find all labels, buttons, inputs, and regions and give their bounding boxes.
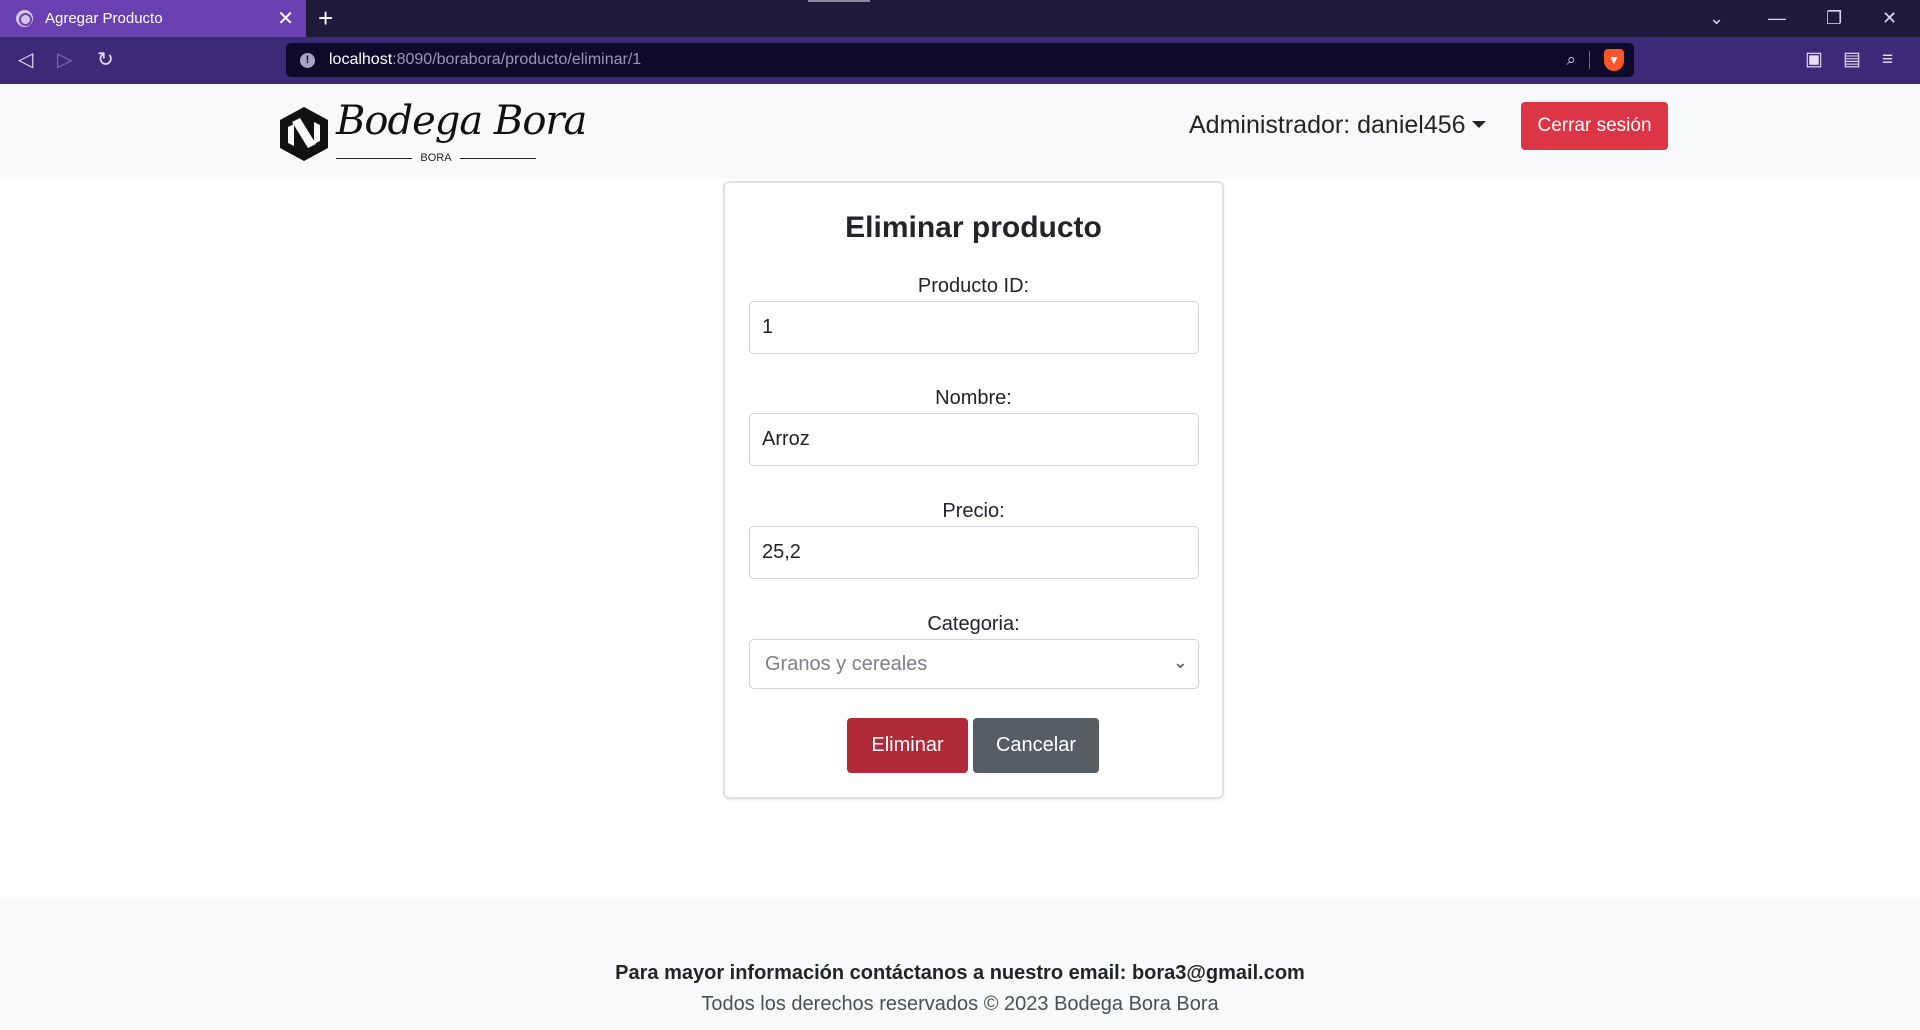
category-selected-value: Granos y cereales [765, 652, 928, 675]
tab-close-button[interactable]: ✕ [277, 9, 294, 29]
url-host: localhost [329, 51, 393, 68]
delete-button[interactable]: Eliminar [847, 718, 968, 773]
browser-tab-strip: Agregar Producto ✕ + ⌄ — ❐ ✕ [0, 0, 1920, 37]
tab-title: Agregar Producto [45, 10, 163, 27]
product-id-label: Producto ID: [917, 275, 1030, 297]
minimize-icon[interactable]: — [1768, 6, 1786, 30]
name-input[interactable] [749, 413, 1199, 466]
product-id-input[interactable] [749, 301, 1199, 354]
caret-down-icon [1471, 120, 1486, 128]
cancel-button[interactable]: Cancelar [973, 718, 1099, 773]
brave-shields-icon[interactable]: ▼ [1604, 49, 1624, 71]
name-label: Nombre: [935, 387, 1012, 409]
admin-dropdown[interactable]: Administrador: daniel456 [1189, 111, 1486, 140]
category-select[interactable]: Granos y cereales ⌄ [749, 639, 1199, 689]
back-icon[interactable]: ◁ [18, 46, 33, 74]
delete-product-card: Eliminar producto Producto ID: Nombre: P… [723, 181, 1224, 799]
close-window-icon[interactable]: ✕ [1882, 6, 1897, 30]
admin-label: Administrador: daniel456 [1189, 111, 1466, 139]
tab-search-icon[interactable]: ⌄ [1709, 6, 1724, 30]
restore-icon[interactable]: ❐ [1826, 6, 1842, 30]
url-path: :8090/borabora/producto/eliminar/1 [392, 51, 642, 68]
footer-contact: Para mayor información contáctanos a nue… [615, 962, 1305, 984]
site-info-icon[interactable]: ! [300, 52, 315, 68]
new-tab-button[interactable]: + [318, 4, 333, 32]
reload-icon[interactable]: ↻ [97, 46, 114, 74]
forward-icon[interactable]: ▷ [57, 46, 72, 74]
address-bar[interactable]: ! localhost:8090/borabora/producto/elimi… [286, 43, 1634, 77]
zoom-icon[interactable]: ⌕ [1566, 50, 1576, 70]
brand-tagline: BORA [336, 152, 536, 164]
logout-button[interactable]: Cerrar sesión [1521, 102, 1668, 150]
site-footer: Para mayor información contáctanos a nue… [0, 897, 1920, 1030]
browser-tab-active[interactable]: Agregar Producto ✕ [0, 0, 306, 37]
url-text: localhost:8090/borabora/producto/elimina… [329, 51, 641, 69]
price-input[interactable] [749, 526, 1199, 579]
menu-icon[interactable]: ≡ [1882, 46, 1893, 74]
globe-icon [16, 10, 33, 27]
sidebar-toggle-icon[interactable]: ▣ [1805, 46, 1823, 74]
logo-mark-icon [280, 107, 328, 161]
form-title: Eliminar producto [845, 211, 1102, 244]
wallet-icon[interactable]: ▤ [1843, 46, 1861, 74]
price-label: Precio: [942, 500, 1005, 522]
browser-toolbar: ◁ ▷ ↻ ! localhost:8090/borabora/producto… [0, 37, 1920, 84]
site-header: Bodega Bora BORA Administrador: daniel45… [0, 84, 1920, 179]
category-label: Categoria: [927, 613, 1020, 635]
brand-name: Bodega Bora [336, 98, 587, 144]
footer-copyright: Todos los derechos reservados © 2023 Bod… [701, 993, 1219, 1015]
brand-logo[interactable]: Bodega Bora BORA [278, 98, 587, 168]
address-separator [1589, 51, 1590, 69]
tab-strip-indicator [808, 0, 870, 2]
chevron-down-icon: ⌄ [1172, 652, 1188, 672]
